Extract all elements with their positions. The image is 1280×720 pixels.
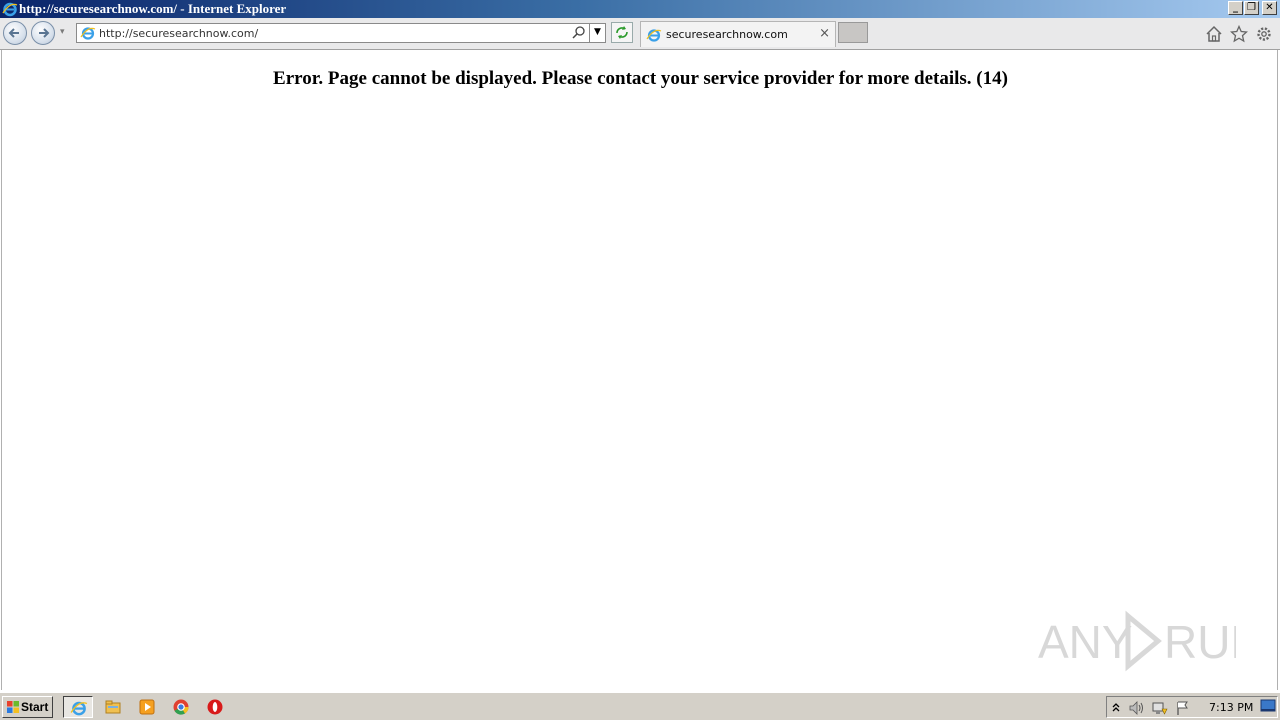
tab-label: securesearchnow.com <box>666 28 788 41</box>
search-icon[interactable] <box>571 25 587 41</box>
start-label: Start <box>21 700 49 714</box>
taskbar-chrome[interactable] <box>166 696 196 718</box>
clock[interactable]: 7:13 PM <box>1209 701 1253 714</box>
forward-button[interactable] <box>31 21 55 45</box>
minimize-button[interactable]: _ <box>1228 1 1243 15</box>
taskbar-file-explorer[interactable] <box>98 696 128 718</box>
address-input[interactable]: http://securesearchnow.com/ <box>99 26 258 41</box>
error-message: Error. Page cannot be displayed. Please … <box>273 68 1008 89</box>
window-titlebar: http://securesearchnow.com/ - Internet E… <box>0 0 1280 18</box>
favorites-star-icon[interactable] <box>1230 25 1248 43</box>
restore-button[interactable]: ❐ <box>1244 1 1259 15</box>
anyrun-watermark-logo: ANY RUN <box>1038 610 1236 672</box>
refresh-arrows-icon <box>616 26 628 39</box>
tab-securesearchnow[interactable]: securesearchnow.com × <box>640 21 836 47</box>
ie-logo-icon <box>2 2 18 17</box>
taskbar: Start 7:13 PM <box>0 692 1280 720</box>
back-button[interactable] <box>3 21 27 45</box>
tab-close-icon[interactable]: × <box>819 26 830 41</box>
tab-ie-icon <box>646 29 662 42</box>
page-content: Error. Page cannot be displayed. Please … <box>1 50 1278 690</box>
system-tray: 7:13 PM <box>1106 696 1278 718</box>
taskbar-internet-explorer[interactable] <box>63 696 93 718</box>
taskbar-media-player[interactable] <box>132 696 162 718</box>
media-player-icon <box>139 699 155 715</box>
address-bar[interactable]: http://securesearchnow.com/ ▼ <box>76 23 606 43</box>
windows-logo-icon <box>7 701 19 713</box>
new-tab-button[interactable] <box>838 22 868 43</box>
volume-icon[interactable] <box>1127 700 1145 716</box>
chrome-icon <box>173 699 189 715</box>
navigation-bar: ▾ http://securesearchnow.com/ ▼ securese… <box>0 18 1280 50</box>
explorer-icon <box>105 700 121 714</box>
start-button[interactable]: Start <box>2 696 53 718</box>
settings-gear-icon[interactable] <box>1255 25 1273 43</box>
network-icon[interactable] <box>1151 700 1169 716</box>
window-title: http://securesearchnow.com/ - Internet E… <box>19 1 287 16</box>
watermark-text-run: RUN <box>1164 616 1236 668</box>
home-icon[interactable] <box>1205 25 1223 43</box>
tray-expand-icon[interactable] <box>1111 700 1121 716</box>
opera-icon <box>207 699 223 715</box>
show-desktop-icon[interactable] <box>1260 699 1276 713</box>
ie-page-icon <box>80 27 96 40</box>
back-arrow-icon <box>8 28 19 38</box>
close-window-button[interactable]: ✕ <box>1262 1 1277 15</box>
history-dropdown[interactable]: ▾ <box>60 27 65 37</box>
watermark-text-any: ANY <box>1038 616 1133 668</box>
ie-icon <box>70 701 88 716</box>
address-dropdown-button[interactable]: ▼ <box>589 23 605 43</box>
action-center-flag-icon[interactable] <box>1175 700 1191 716</box>
taskbar-opera[interactable] <box>200 696 230 718</box>
compatibility-view-button[interactable] <box>611 22 633 43</box>
forward-arrow-icon <box>39 28 50 38</box>
